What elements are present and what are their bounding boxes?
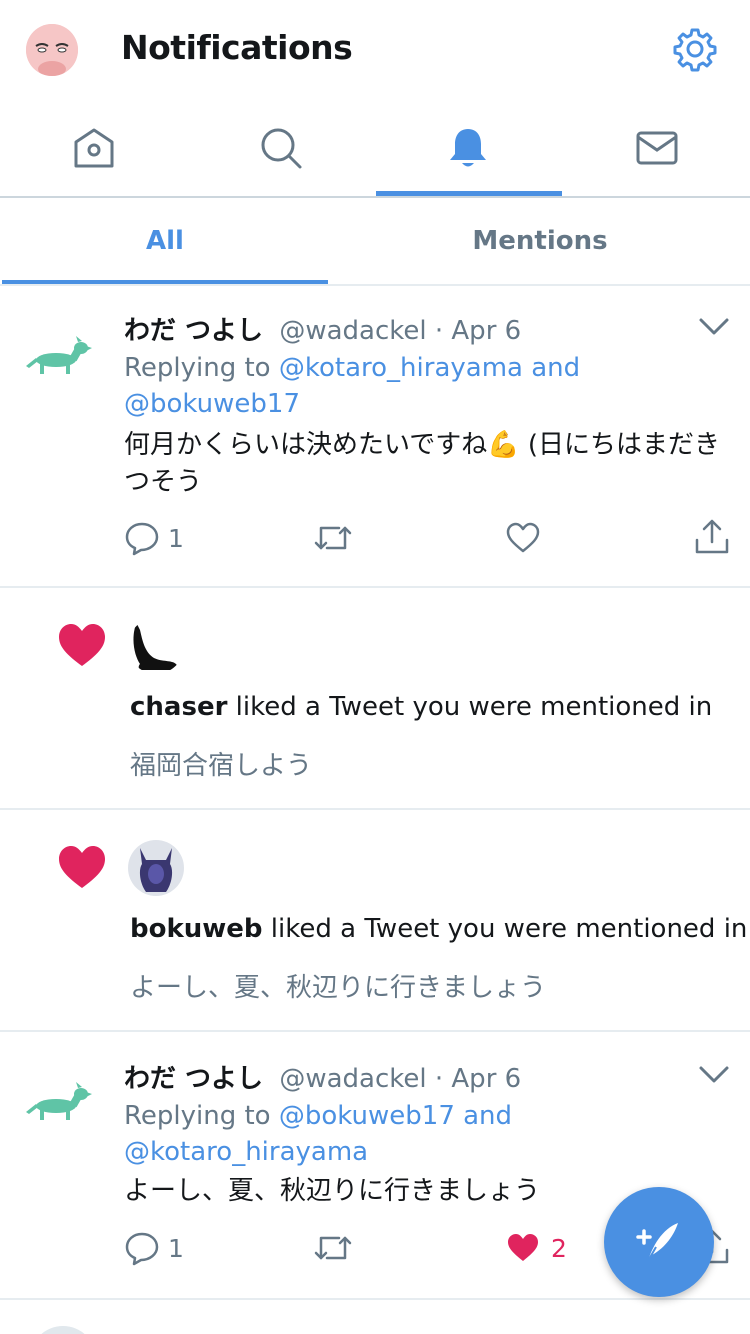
retweet-button[interactable] xyxy=(313,520,353,556)
liker-name[interactable]: bokuweb xyxy=(130,914,263,944)
reply-button[interactable]: 1 xyxy=(124,520,184,556)
tweet-meta: @wadackel · Apr 6 xyxy=(279,316,522,346)
heart-icon xyxy=(57,622,107,668)
retweet-icon xyxy=(314,1236,352,1260)
heart-filled-icon xyxy=(508,1234,538,1261)
search-icon[interactable] xyxy=(187,100,374,196)
tab-all[interactable]: All xyxy=(2,198,328,284)
nav-active-indicator xyxy=(376,191,562,196)
heart-outline-icon xyxy=(506,522,540,553)
like-action-text: liked a Tweet you were mentioned in xyxy=(227,692,713,722)
reply-icon xyxy=(125,1232,159,1266)
mail-icon[interactable] xyxy=(563,100,750,196)
reply-context: Replying to @kotaro_hirayama and @bokuwe… xyxy=(124,350,704,422)
reply-button[interactable]: 1 xyxy=(124,1230,184,1266)
liked-tweet-text[interactable]: 福岡合宿しよう xyxy=(130,745,312,782)
avatar[interactable] xyxy=(30,1326,96,1334)
list-item[interactable]: chaser liked a Tweet you were mentioned … xyxy=(0,588,750,810)
tweet-meta: @wadackel · Apr 6 xyxy=(279,1064,522,1094)
bell-icon[interactable] xyxy=(374,100,561,196)
share-button[interactable] xyxy=(694,518,730,556)
liker-name[interactable]: chaser xyxy=(130,692,227,722)
page-title: Notifications xyxy=(121,28,353,67)
avatar[interactable] xyxy=(128,840,184,896)
reply-count: 1 xyxy=(168,523,184,553)
nav-bar xyxy=(0,100,750,198)
retweet-button[interactable] xyxy=(313,1230,353,1266)
home-icon[interactable] xyxy=(0,100,187,196)
chevron-down-icon[interactable] xyxy=(698,316,730,338)
list-item-partial[interactable] xyxy=(0,1300,750,1334)
avatar[interactable] xyxy=(26,1082,92,1134)
list-item[interactable]: bokuweb liked a Tweet you were mentioned… xyxy=(0,810,750,1032)
reply-prefix: Replying to xyxy=(124,1101,279,1131)
reply-context: Replying to @bokuweb17 and @kotaro_hiray… xyxy=(124,1098,704,1170)
top-bar: Notifications xyxy=(0,0,750,100)
compose-tweet-button[interactable] xyxy=(604,1187,714,1297)
tweet-header: わだ つよし @wadackel · Apr 6 xyxy=(124,310,521,347)
compose-icon xyxy=(636,1223,678,1262)
gear-icon[interactable] xyxy=(672,26,718,72)
list-item[interactable]: わだ つよし @wadackel · Apr 6 Replying to @ko… xyxy=(0,288,750,588)
tab-active-indicator xyxy=(2,280,328,284)
like-button[interactable] xyxy=(505,520,541,556)
like-action-text: liked a Tweet you were mentioned in xyxy=(262,914,748,944)
like-notification-text: bokuweb liked a Tweet you were mentioned… xyxy=(130,914,747,944)
liked-tweet-text[interactable]: よーし、夏、秋辺りに行きましょう xyxy=(130,967,546,1004)
avatar[interactable] xyxy=(26,336,92,388)
like-button[interactable]: 2 xyxy=(505,1230,567,1266)
reply-icon xyxy=(125,522,159,556)
profile-avatar[interactable] xyxy=(26,24,78,76)
avatar[interactable] xyxy=(128,618,184,674)
notification-tabs: All Mentions xyxy=(0,198,750,286)
tweet-header: わだ つよし @wadackel · Apr 6 xyxy=(124,1058,521,1095)
tweet-author-name[interactable]: わだ つよし xyxy=(124,316,263,346)
tweet-text: 何月かくらいは決めたいですね💪 (日にちはまだきつそう xyxy=(124,430,721,497)
share-icon xyxy=(695,519,729,554)
retweet-icon xyxy=(314,526,352,550)
like-count: 2 xyxy=(551,1233,567,1263)
tab-mentions[interactable]: Mentions xyxy=(330,198,750,284)
reply-prefix: Replying to xyxy=(124,353,279,383)
heart-icon xyxy=(57,844,107,890)
like-notification-text: chaser liked a Tweet you were mentioned … xyxy=(130,692,712,722)
tweet-author-name[interactable]: わだ つよし xyxy=(124,1064,263,1094)
chevron-down-icon[interactable] xyxy=(698,1064,730,1086)
reply-count: 1 xyxy=(168,1233,184,1263)
